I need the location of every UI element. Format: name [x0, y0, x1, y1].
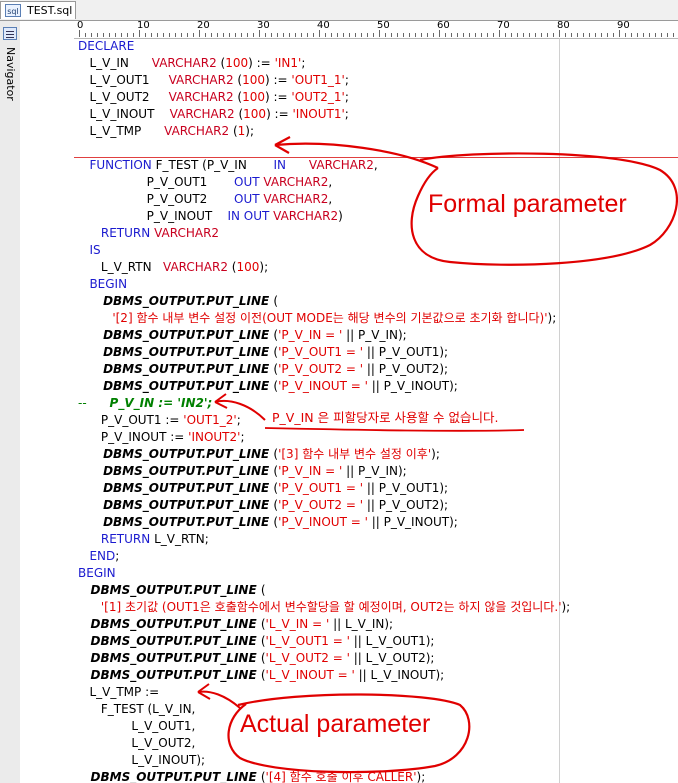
actual-arrow [197, 690, 241, 709]
note-underline [264, 427, 525, 432]
actual-parameter-label: Actual parameter [240, 710, 431, 738]
note-label: P_V_IN 은 피할당자로 사용할 수 없습니다. [272, 410, 499, 425]
formal-parameter-label: Formal parameter [428, 190, 627, 218]
annotation-overlay [197, 136, 678, 774]
note-arrow [214, 400, 266, 421]
formal-arrow [274, 142, 439, 169]
